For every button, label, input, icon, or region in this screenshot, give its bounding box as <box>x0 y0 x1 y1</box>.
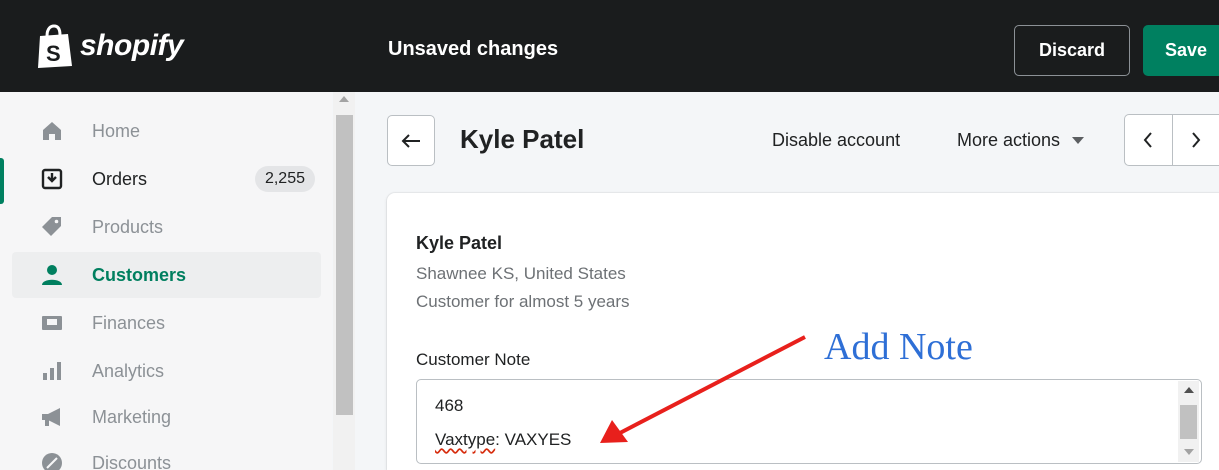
sidebar-item-customers[interactable]: Customers <box>12 252 321 298</box>
pagination <box>1124 114 1219 166</box>
next-button[interactable] <box>1171 115 1219 165</box>
caret-down-icon <box>1072 137 1085 144</box>
disable-account-button[interactable]: Disable account <box>772 130 900 151</box>
note-scrollbar[interactable] <box>1178 381 1199 462</box>
scroll-up-arrow-icon[interactable] <box>1184 387 1194 393</box>
note-line: 468 <box>435 396 464 415</box>
customer-tenure: Customer for almost 5 years <box>416 292 630 311</box>
person-icon <box>38 261 66 289</box>
note-line: Vaxtype: VAXYES <box>435 430 571 450</box>
back-button[interactable] <box>387 115 435 166</box>
home-icon <box>38 117 66 145</box>
previous-button[interactable] <box>1125 115 1172 165</box>
customer-note-label: Customer Note <box>416 350 531 369</box>
sidebar-item-label: Home <box>92 120 141 141</box>
unsaved-changes-label: Unsaved changes <box>388 38 559 60</box>
sidebar-item-orders[interactable]: Orders 2,255 <box>12 156 321 202</box>
sidebar-item-label: Discounts <box>92 452 172 470</box>
annotation-text: Add Note <box>824 326 973 368</box>
tag-icon <box>38 213 66 241</box>
spellcheck-word: Vaxtype <box>435 430 496 449</box>
discount-icon <box>38 449 66 470</box>
sidebar-item-label: Marketing <box>92 406 172 427</box>
brand-name: shopify <box>80 29 184 62</box>
note-scroll-thumb[interactable] <box>1180 405 1197 439</box>
arrow-left-icon <box>401 133 420 148</box>
sidebar-item-home[interactable]: Home <box>12 108 321 154</box>
more-actions-button[interactable]: More actions <box>957 130 1085 151</box>
sidebar-item-analytics[interactable]: Analytics <box>12 348 321 394</box>
bar-chart-icon <box>38 357 66 385</box>
megaphone-icon <box>38 403 66 431</box>
sidebar-scroll-thumb[interactable] <box>336 115 353 415</box>
sidebar-item-marketing[interactable]: Marketing <box>12 394 321 440</box>
finances-icon <box>38 309 66 337</box>
sidebar-item-finances[interactable]: Finances <box>12 300 321 346</box>
shopify-logo[interactable]: S shopify <box>34 24 184 68</box>
save-button[interactable]: Save <box>1143 25 1219 76</box>
annotation-arrow-icon <box>600 335 806 443</box>
sidebar-item-label: Products <box>92 216 164 237</box>
sidebar-item-label: Orders <box>92 168 148 189</box>
customer-name: Kyle Patel <box>416 233 503 253</box>
active-indicator <box>0 158 4 204</box>
sidebar-item-label: Customers <box>92 264 187 285</box>
orders-icon <box>38 165 66 193</box>
sidebar-item-products[interactable]: Products <box>12 204 321 250</box>
chevron-left-icon <box>1144 132 1153 148</box>
sidebar-item-label: Finances <box>92 312 166 333</box>
note-line-rest: : VAXYES <box>495 430 572 449</box>
page-title: Kyle Patel <box>460 124 585 154</box>
discard-button[interactable]: Discard <box>1014 25 1130 76</box>
more-actions-label: More actions <box>957 130 1061 150</box>
shopify-bag-icon: S <box>38 24 72 68</box>
orders-count-badge: 2,255 <box>254 166 315 192</box>
scroll-down-arrow-icon[interactable] <box>1184 449 1194 455</box>
customer-location: Shawnee KS, United States <box>416 264 626 283</box>
chevron-right-icon <box>1192 132 1201 148</box>
sidebar-item-label: Analytics <box>92 360 165 381</box>
top-bar: S shopify Unsaved changes Discard Save <box>0 0 1219 92</box>
svg-text:S: S <box>46 41 61 66</box>
scroll-up-arrow-icon[interactable] <box>339 96 349 102</box>
sidebar-item-discounts[interactable]: Discounts <box>12 440 321 470</box>
